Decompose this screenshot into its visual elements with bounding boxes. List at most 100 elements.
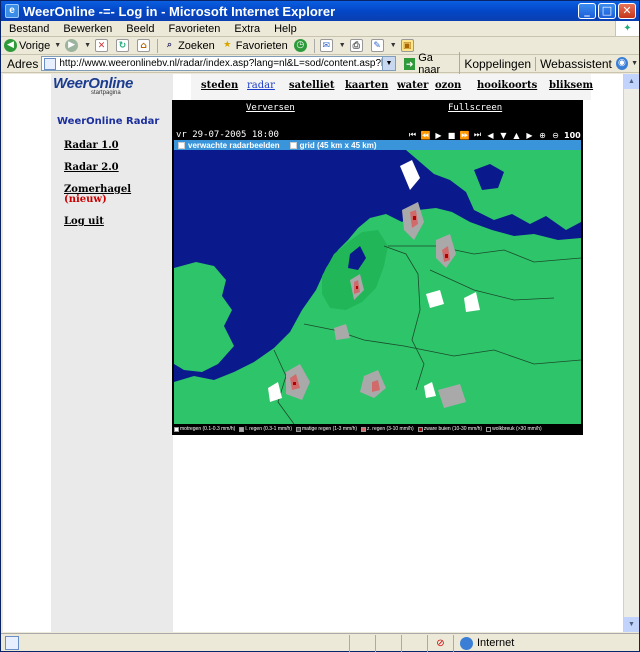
- fullscreen-link[interactable]: Fullscreen: [448, 103, 502, 113]
- pan-right-icon[interactable]: ▶: [523, 131, 536, 140]
- stop-button[interactable]: ✕: [92, 38, 113, 54]
- sidebar-title: WeerOnline Radar: [57, 116, 160, 127]
- legend-swatch: [239, 426, 245, 432]
- new-badge: (nieuw): [64, 194, 107, 205]
- popup-blocker-icon[interactable]: ⊘: [427, 634, 453, 652]
- legend-swatch: [174, 426, 179, 432]
- status-cell: [401, 634, 427, 652]
- sidebar-link-logout[interactable]: Log uit: [64, 216, 104, 227]
- forward-dropdown-icon[interactable]: ▼: [84, 42, 91, 49]
- weeronline-logo[interactable]: WeerOnline startpagina: [53, 75, 151, 99]
- zoom-in-icon[interactable]: ⊕: [536, 131, 549, 140]
- menu-beeld[interactable]: Beeld: [118, 23, 160, 35]
- radar-legend: motregen (0.1-0.3 mm/h) l. regen (0.3-1 …: [174, 425, 581, 433]
- go-button[interactable]: ➜ Ga naar: [400, 51, 461, 76]
- go-label: Ga naar: [418, 51, 441, 76]
- webassistent-dropdown-icon[interactable]: ▼: [631, 60, 638, 67]
- nav-steden[interactable]: steden: [201, 80, 238, 91]
- address-input[interactable]: http://www.weeronlinebv.nl/radar/index.a…: [41, 56, 396, 71]
- print-icon: ⎙: [349, 39, 363, 52]
- stop-icon[interactable]: ■: [445, 131, 458, 140]
- close-button[interactable]: ✕: [618, 3, 636, 19]
- sidebar: WeerOnline Radar Radar 1.0 Radar 2.0 Zom…: [51, 74, 173, 632]
- edit-dropdown-icon[interactable]: ▼: [390, 42, 397, 49]
- grid-checkbox[interactable]: [289, 141, 297, 149]
- back-dropdown-icon[interactable]: ▼: [54, 42, 61, 49]
- forecast-checkbox[interactable]: [178, 141, 185, 149]
- vertical-scrollbar[interactable]: ▲ ▼: [623, 74, 639, 632]
- sidebar-link-radar-2[interactable]: Radar 2.0: [64, 162, 119, 173]
- step-forward-icon[interactable]: ⏩: [458, 131, 471, 140]
- edit-button[interactable]: ✎: [368, 38, 389, 54]
- legend-item: zware buien (10-30 mm/h): [417, 426, 482, 432]
- nav-satelliet[interactable]: satelliet: [289, 80, 334, 91]
- forward-button[interactable]: ▶: [62, 38, 83, 54]
- print-button[interactable]: ⎙: [347, 38, 368, 54]
- last-frame-icon[interactable]: ⏭: [471, 130, 484, 140]
- menu-help[interactable]: Help: [266, 23, 303, 35]
- nav-radar[interactable]: radar: [247, 80, 275, 91]
- sidebar-link-radar-1[interactable]: Radar 1.0: [64, 140, 119, 151]
- mail-button[interactable]: ✉: [317, 38, 338, 54]
- scroll-up-icon[interactable]: ▲: [624, 74, 639, 89]
- page-icon: [44, 57, 57, 70]
- search-button[interactable]: ⌕ Zoeken: [160, 38, 218, 54]
- menu-bar: Bestand Bewerken Beeld Favorieten Extra …: [1, 21, 639, 37]
- maximize-button[interactable]: □: [598, 3, 616, 19]
- pan-down-icon[interactable]: ▼: [497, 131, 510, 140]
- nav-bliksem[interactable]: bliksem: [549, 80, 593, 91]
- home-button[interactable]: ⌂: [134, 38, 155, 54]
- legend-item: motregen (0.1-0.3 mm/h): [174, 426, 235, 432]
- legend-item: l. regen (0.3-1 mm/h): [239, 426, 292, 432]
- home-icon: ⌂: [137, 39, 151, 52]
- zoom-level: 100: [564, 130, 581, 140]
- menu-bestand[interactable]: Bestand: [1, 23, 55, 35]
- title-bar[interactable]: e WeerOnline -=- Log in - Microsoft Inte…: [1, 1, 639, 21]
- refresh-button[interactable]: ↻: [113, 38, 134, 54]
- internet-zone-icon: [460, 636, 473, 650]
- menu-extra[interactable]: Extra: [226, 23, 266, 35]
- legend-item: matige regen (1-3 mm/h): [296, 426, 357, 432]
- back-label: Vorige: [19, 39, 51, 52]
- pan-left-icon[interactable]: ◀: [484, 131, 497, 140]
- minimize-button[interactable]: _: [578, 3, 596, 19]
- radar-map[interactable]: [174, 150, 581, 424]
- address-url: http://www.weeronlinebv.nl/radar/index.a…: [59, 58, 396, 69]
- refresh-link[interactable]: Verversen: [246, 103, 295, 113]
- legend-label: l. regen (0.3-1 mm/h): [245, 426, 292, 432]
- nav-ozon[interactable]: ozon: [435, 80, 461, 91]
- refresh-icon: ↻: [116, 39, 130, 52]
- legend-item: wolkbreuk (>30 mm/h): [486, 426, 542, 432]
- legend-swatch: [486, 426, 492, 432]
- forward-arrow-icon: ▶: [65, 39, 79, 52]
- step-back-icon[interactable]: ⏪: [419, 131, 432, 140]
- menu-favorieten[interactable]: Favorieten: [160, 23, 226, 35]
- mail-dropdown-icon[interactable]: ▼: [339, 42, 346, 49]
- links-button[interactable]: Koppelingen: [460, 56, 537, 71]
- zoom-out-icon[interactable]: ⊖: [549, 131, 562, 140]
- nav-hooikoorts[interactable]: hooikoorts: [477, 80, 537, 91]
- scroll-down-icon[interactable]: ▼: [624, 617, 639, 632]
- play-icon[interactable]: ▶: [432, 131, 445, 140]
- favorites-button[interactable]: ★ Favorieten: [218, 38, 291, 54]
- webassistent-button[interactable]: Webassistent: [536, 57, 616, 71]
- first-frame-icon[interactable]: ⏮: [406, 130, 419, 140]
- globe-icon[interactable]: ◉: [615, 57, 629, 70]
- nav-water[interactable]: water: [397, 80, 428, 91]
- legend-label: z. regen (3-10 mm/h): [367, 426, 414, 432]
- back-button[interactable]: ◀ Vorige: [1, 38, 53, 54]
- status-bar: ⊘ Internet: [1, 633, 639, 652]
- nav-kaarten[interactable]: kaarten: [345, 80, 388, 91]
- page-viewport: WeerOnline Radar Radar 1.0 Radar 2.0 Zom…: [3, 74, 623, 632]
- history-button[interactable]: ◷: [291, 38, 312, 54]
- legend-swatch: [417, 426, 423, 432]
- toolbar: ◀ Vorige ▼ ▶ ▼ ✕ ↻ ⌂ ⌕ Zoeken ★ Favoriet…: [1, 37, 639, 55]
- window-title: WeerOnline -=- Log in - Microsoft Intern…: [23, 3, 336, 19]
- zone-label: Internet: [477, 637, 515, 649]
- legend-label: matige regen (1-3 mm/h): [302, 426, 358, 432]
- legend-item: z. regen (3-10 mm/h): [361, 426, 414, 432]
- address-dropdown-icon[interactable]: ▼: [381, 57, 395, 70]
- page-status-icon: [5, 636, 19, 650]
- menu-bewerken[interactable]: Bewerken: [55, 23, 118, 35]
- pan-up-icon[interactable]: ▲: [510, 131, 523, 140]
